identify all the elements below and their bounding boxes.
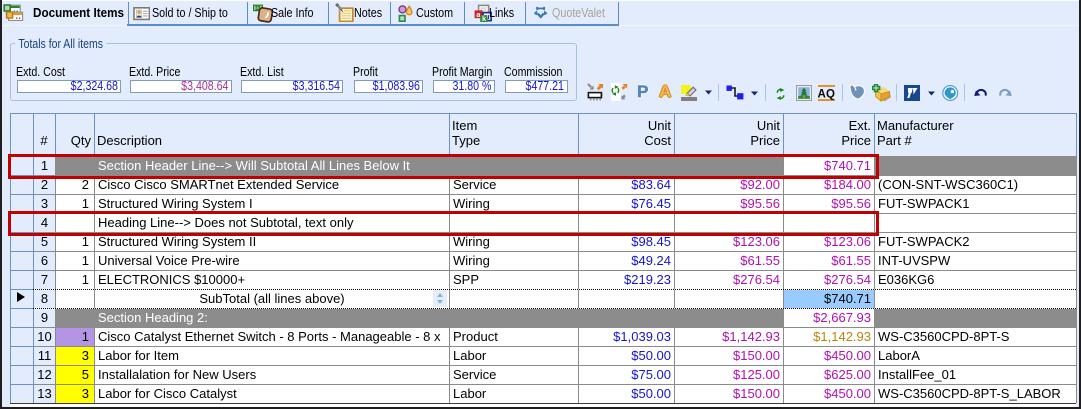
svg-text:AQ: AQ bbox=[818, 88, 835, 100]
